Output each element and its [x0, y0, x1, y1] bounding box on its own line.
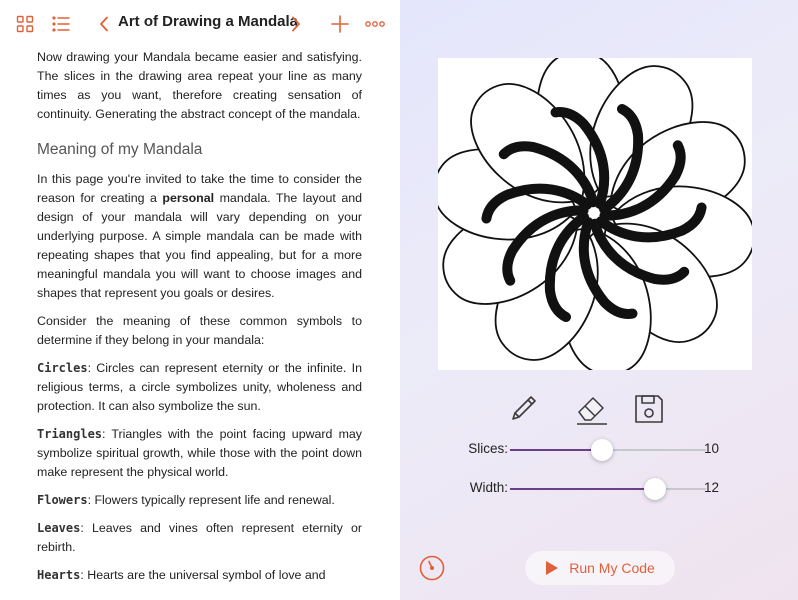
document-title: Art of Drawing a Mandala: [118, 13, 299, 30]
slices-label: Slices:: [468, 441, 508, 456]
run-my-code-label: Run My Code: [569, 560, 655, 576]
symbol-entry: Hearts: Hearts are the universal symbol …: [37, 568, 326, 582]
symbol-term: Hearts: [37, 568, 81, 582]
plus-icon[interactable]: [330, 12, 350, 36]
slices-slider-row: Slices: 10: [400, 438, 798, 462]
slices-slider[interactable]: [510, 439, 706, 461]
grid-icon[interactable]: [14, 12, 36, 36]
bold-word: personal: [162, 191, 215, 205]
symbol-entry: Leaves: Leaves and vines often represent…: [37, 521, 362, 554]
purpose-paragraph: In this page you're invited to take the …: [37, 172, 363, 300]
more-icon[interactable]: [364, 12, 386, 36]
symbols-intro-paragraph: Consider the meaning of these common sym…: [37, 314, 362, 347]
symbol-term: Circles: [37, 361, 88, 375]
chevron-left-icon[interactable]: [96, 12, 112, 36]
intro-paragraph: Now drawing your Mandala became easier a…: [37, 50, 362, 121]
slices-slider-knob[interactable]: [591, 439, 613, 461]
symbol-term: Leaves: [37, 521, 81, 535]
symbol-term: Flowers: [37, 493, 88, 507]
mandala-group: [438, 58, 752, 370]
mandala-drawing: [438, 58, 752, 370]
slices-value: 10: [704, 441, 720, 456]
toolbar: Art of Drawing a Mandala: [0, 0, 400, 48]
mandala-center: [589, 208, 599, 218]
width-label: Width:: [469, 480, 508, 495]
width-slider-knob[interactable]: [644, 478, 666, 500]
symbol-term: Triangles: [37, 427, 103, 441]
eraser-icon[interactable]: [572, 392, 612, 426]
play-icon: [546, 561, 559, 575]
width-slider-fill: [510, 488, 655, 490]
list-icon[interactable]: [50, 12, 72, 36]
pencil-icon[interactable]: [506, 392, 540, 426]
symbol-entry: Triangles: Triangles with the point faci…: [37, 427, 362, 479]
document-body: Now drawing your Mandala became easier a…: [37, 48, 362, 594]
symbol-entry: Flowers: Flowers typically represent lif…: [37, 493, 335, 507]
width-slider[interactable]: [510, 478, 706, 500]
run-my-code-button[interactable]: Run My Code: [525, 551, 675, 585]
live-view-pane: Slices: 10 Width: 12 Run My Code: [400, 0, 798, 600]
document-pane: Art of Drawing a Mandala Now drawing you…: [0, 0, 400, 600]
speedometer-icon[interactable]: [418, 554, 446, 582]
width-value: 12: [704, 480, 720, 495]
drawing-canvas[interactable]: [438, 58, 752, 370]
width-slider-row: Width: 12: [400, 477, 798, 501]
chevron-right-icon[interactable]: [288, 12, 304, 36]
symbol-entry: Circles: Circles can represent eternity …: [37, 361, 362, 413]
save-icon[interactable]: [632, 392, 666, 426]
section-heading: Meaning of my Mandala: [37, 141, 203, 158]
slices-slider-fill: [510, 449, 602, 451]
